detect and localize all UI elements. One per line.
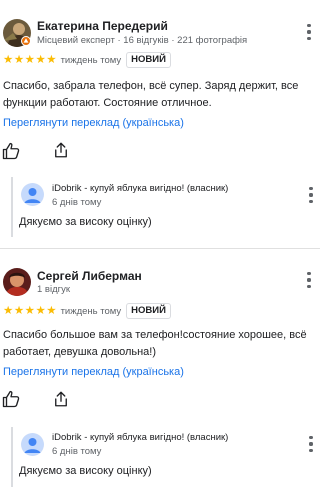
star-icon: ★ — [46, 52, 57, 67]
star-icon: ★ — [24, 303, 35, 318]
review-time: тиждень тому — [60, 54, 122, 66]
reviewer-name[interactable]: Сергей Либерман — [37, 269, 142, 283]
reviewer-meta: Місцевий експерт · 16 відгуків · 221 фот… — [37, 35, 248, 46]
reviewer-avatar[interactable] — [3, 268, 31, 296]
star-icon: ★ — [3, 303, 14, 318]
owner-name: iDobrik - купуй яблука вигідно! (власник… — [52, 183, 229, 194]
more-vert-icon[interactable] — [308, 436, 314, 452]
local-guide-badge-icon — [21, 36, 31, 46]
translate-link[interactable]: Переглянути переклад (українська) — [3, 117, 184, 129]
rating-row: ★ ★ ★ ★ ★ тиждень тому НОВИЙ — [3, 303, 171, 319]
translate-link[interactable]: Переглянути переклад (українська) — [3, 366, 184, 378]
star-icon: ★ — [35, 52, 46, 67]
owner-name: iDobrik - купуй яблука вигідно! (власник… — [52, 432, 229, 443]
owner-avatar[interactable] — [21, 183, 44, 206]
owner-reply-time: 6 днів тому — [52, 446, 102, 457]
owner-reply-text: Дякуємо за високу оцінку) — [19, 465, 152, 477]
reviewer-name[interactable]: Екатерина Передерий — [37, 19, 168, 33]
star-icon: ★ — [35, 303, 46, 318]
more-vert-icon[interactable] — [308, 187, 314, 203]
star-icon: ★ — [46, 303, 57, 318]
star-icon: ★ — [13, 303, 25, 318]
more-vert-icon[interactable] — [306, 24, 312, 40]
owner-reply-text: Дякуємо за високу оцінку) — [19, 216, 152, 228]
owner-avatar[interactable] — [21, 433, 44, 456]
thumb-up-icon[interactable] — [2, 390, 20, 408]
star-icon: ★ — [13, 52, 25, 67]
more-vert-icon[interactable] — [306, 272, 312, 288]
share-icon[interactable] — [52, 390, 70, 408]
review-text: Спасибо, забрала телефон, всё супер. Зар… — [3, 80, 299, 109]
review-text: Спасибо большое вам за телефон!состояние… — [3, 329, 307, 358]
review-divider — [0, 248, 320, 249]
owner-reply: iDobrik - купуй яблука вигідно! (власник… — [11, 177, 320, 237]
star-rating: ★ ★ ★ ★ ★ — [3, 54, 57, 66]
new-badge: НОВИЙ — [126, 52, 171, 68]
star-rating: ★ ★ ★ ★ ★ — [3, 305, 57, 317]
star-icon: ★ — [24, 52, 35, 67]
new-badge: НОВИЙ — [126, 303, 171, 319]
owner-reply: iDobrik - купуй яблука вигідно! (власник… — [11, 427, 320, 487]
share-icon[interactable] — [52, 141, 70, 159]
review-time: тиждень тому — [60, 305, 122, 317]
thumb-up-icon[interactable] — [2, 142, 20, 160]
reviewer-meta: 1 відгук — [37, 284, 70, 295]
rating-row: ★ ★ ★ ★ ★ тиждень тому НОВИЙ — [3, 52, 171, 68]
star-icon: ★ — [3, 52, 14, 67]
owner-reply-time: 6 днів тому — [52, 197, 102, 208]
